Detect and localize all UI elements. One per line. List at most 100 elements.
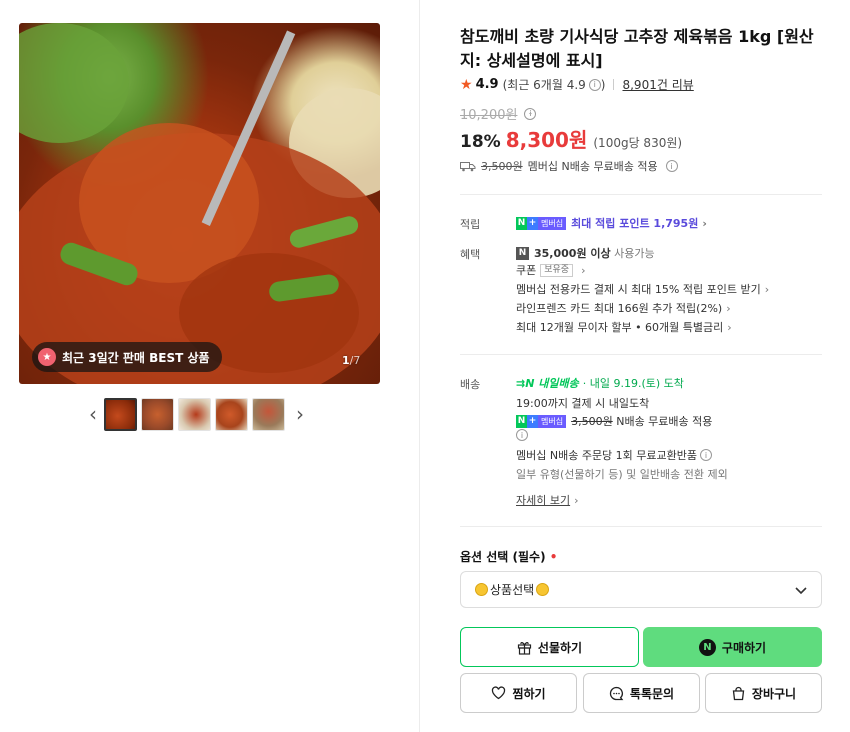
delivery-info-row: i <box>516 429 528 441</box>
discount-rate: 18% <box>460 132 501 152</box>
best-seller-badge: ★ 최근 3일간 판매 BEST 상품 <box>32 342 222 372</box>
talk-label: 톡톡문의 <box>629 686 675 701</box>
info-icon[interactable]: i <box>665 160 678 172</box>
card-benefit-link[interactable]: 멤버십 전용카드 결제 시 최대 15% 적립 포인트 받기 › <box>516 281 769 297</box>
exchange-row: 멤버십 N배송 주문당 1회 무료교환반품 i <box>516 447 713 463</box>
thumbnail[interactable] <box>215 397 248 431</box>
option-selected: 상품선택 <box>490 583 535 597</box>
counter-current: 1 <box>342 354 350 367</box>
coupon-usable: 사용가능 <box>614 247 655 260</box>
coupon-row[interactable]: 쿠폰 보유중 › <box>516 262 586 278</box>
linefriends-card-link[interactable]: 라인프렌즈 카드 최대 166원 추가 적립(2%) › <box>516 300 731 316</box>
exclude-text: 일부 유형(선물하기 등) 및 일반배송 전환 제외 <box>516 468 728 481</box>
thumbnail[interactable] <box>104 397 137 431</box>
smile-emoji-icon <box>536 583 550 596</box>
divider <box>460 194 822 195</box>
tomorrow-delivery-text: 내일배송 <box>538 377 579 390</box>
product-photo-art <box>19 23 380 384</box>
chevron-right-icon: › <box>574 493 579 507</box>
info-icon[interactable]: i <box>524 107 537 120</box>
chat-bubble-icon <box>609 686 624 700</box>
shipping-row: 3,500원 멤버십 N배송 무료배송 적용 i <box>460 158 678 174</box>
naver-n-icon: N <box>516 246 529 260</box>
unit-price: (100g당 830원) <box>593 136 683 150</box>
required-mark: • <box>549 550 558 564</box>
thumbnail[interactable] <box>141 397 174 431</box>
cart-button[interactable]: 장바구니 <box>705 673 822 713</box>
points-row[interactable]: N + 멤버십 최대 적립 포인트 1,795원 › <box>516 215 707 231</box>
divider <box>613 79 615 90</box>
info-icon[interactable]: i <box>700 449 713 461</box>
zzim-button[interactable]: 찜하기 <box>460 673 577 713</box>
review-link[interactable]: 8,901건 리뷰 <box>622 76 693 93</box>
perks-label: 혜택 <box>460 248 481 261</box>
coupon-amount-row: N 35,000원 이상 사용가능 <box>516 245 655 261</box>
price-row: 18% 8,300원 (100g당 830원) <box>460 124 682 153</box>
counter-total: /7 <box>349 354 361 367</box>
points-label: 적립 <box>460 218 481 231</box>
max-points-text: 최대 적립 포인트 1,795원 <box>571 217 699 230</box>
naver-membership-badge: N + 멤버십 <box>516 216 567 230</box>
thumbnail[interactable] <box>252 397 285 431</box>
buy-button[interactable]: N 구매하기 <box>643 627 822 667</box>
rating-recent: (최근 6개월 4.9 <box>502 78 586 92</box>
divider <box>460 526 822 527</box>
chevron-right-icon: › <box>726 301 731 315</box>
card-benefit-text: 멤버십 전용카드 결제 시 최대 15% 적립 포인트 받기 <box>516 283 761 296</box>
buy-label: 구매하기 <box>721 640 767 655</box>
more-details-text: 자세히 보기 <box>516 494 571 507</box>
truck-icon <box>460 161 476 171</box>
gift-label: 선물하기 <box>537 640 583 655</box>
coupon-amount: 35,000원 이상 <box>534 247 611 260</box>
arrival-date: · 내일 9.19.(토) 도착 <box>582 377 684 390</box>
product-title: 참도깨비 초량 기사식당 고추장 제육볶음 1kg [원산지: 상세설명에 표시… <box>460 27 814 70</box>
naver-membership-badge: N + 멤버십 <box>516 414 567 428</box>
exchange-text: 멤버십 N배송 주문당 1회 무료교환반품 <box>516 449 698 462</box>
rating-recent-close: ) <box>600 77 606 92</box>
zzim-label: 찜하기 <box>512 686 546 701</box>
installment-link[interactable]: 최대 12개월 무이자 할부 • 60개월 특별금리 › <box>516 319 732 335</box>
option-label-text: 옵션 선택 (필수) <box>460 550 546 564</box>
heart-icon <box>492 686 506 700</box>
coupon-label: 쿠폰 <box>516 264 537 277</box>
shipping-original-fee: 3,500원 <box>481 160 523 173</box>
more-details-link[interactable]: 자세히 보기 › <box>516 492 579 508</box>
thumbnail[interactable] <box>178 397 211 431</box>
delivery-fee-text: N배송 무료배송 적용 <box>616 415 713 428</box>
original-price: 10,200원 <box>460 108 518 123</box>
coupon-owned-tag: 보유중 <box>540 263 574 277</box>
original-price-row: 10,200원 i <box>460 104 537 123</box>
badge-text: 최근 3일간 판매 BEST 상품 <box>62 350 210 365</box>
chevron-right-icon: › <box>581 263 586 277</box>
prev-arrow-icon[interactable]: ‹ <box>82 397 104 431</box>
delivery-label: 배송 <box>460 378 481 391</box>
shopping-bag-icon <box>732 686 745 700</box>
chevron-right-icon: › <box>764 282 770 296</box>
talk-inquiry-button[interactable]: 톡톡문의 <box>583 673 700 713</box>
rating-score: 4.9 <box>475 77 499 92</box>
info-icon[interactable]: i <box>516 429 528 441</box>
thumbnail-strip: ‹ › <box>82 397 311 431</box>
delivery-arrival-row: ⇉N 내일배송 · 내일 9.19.(토) 도착 <box>516 375 684 391</box>
shipping-text: 멤버십 N배송 무료배송 적용 <box>527 160 658 173</box>
rating-row: ★ 4.9 (최근 6개월 4.9 i) 8,901건 리뷰 <box>460 76 694 93</box>
cutoff-row: 19:00까지 결제 시 내일도착 <box>516 395 649 411</box>
divider <box>460 354 822 355</box>
chevron-down-icon <box>795 587 807 595</box>
info-icon[interactable]: i <box>588 78 601 91</box>
gift-box-icon <box>517 641 532 655</box>
exclude-row: 일부 유형(선물하기 등) 및 일반배송 전환 제외 <box>516 466 728 482</box>
gift-icon: ★ <box>38 348 56 366</box>
cutoff-text: 19:00까지 결제 시 내일도착 <box>516 397 650 410</box>
gift-button[interactable]: 선물하기 <box>460 627 639 667</box>
next-arrow-icon[interactable]: › <box>289 397 311 431</box>
naver-pay-icon: N <box>698 638 716 656</box>
delivery-fee-original: 3,500원 <box>571 415 613 428</box>
option-select[interactable]: 상품선택 <box>460 571 822 608</box>
linefriends-card-text: 라인프렌즈 카드 최대 166원 추가 적립(2%) <box>516 302 723 315</box>
chevron-right-icon: › <box>702 216 707 230</box>
sale-price: 8,300원 <box>505 128 588 152</box>
main-product-image[interactable]: ★ 최근 3일간 판매 BEST 상품 1/7 <box>19 23 380 384</box>
image-counter: 1/7 <box>342 354 360 367</box>
delivery-fee-row: N + 멤버십 3,500원 N배송 무료배송 적용 <box>516 413 712 429</box>
